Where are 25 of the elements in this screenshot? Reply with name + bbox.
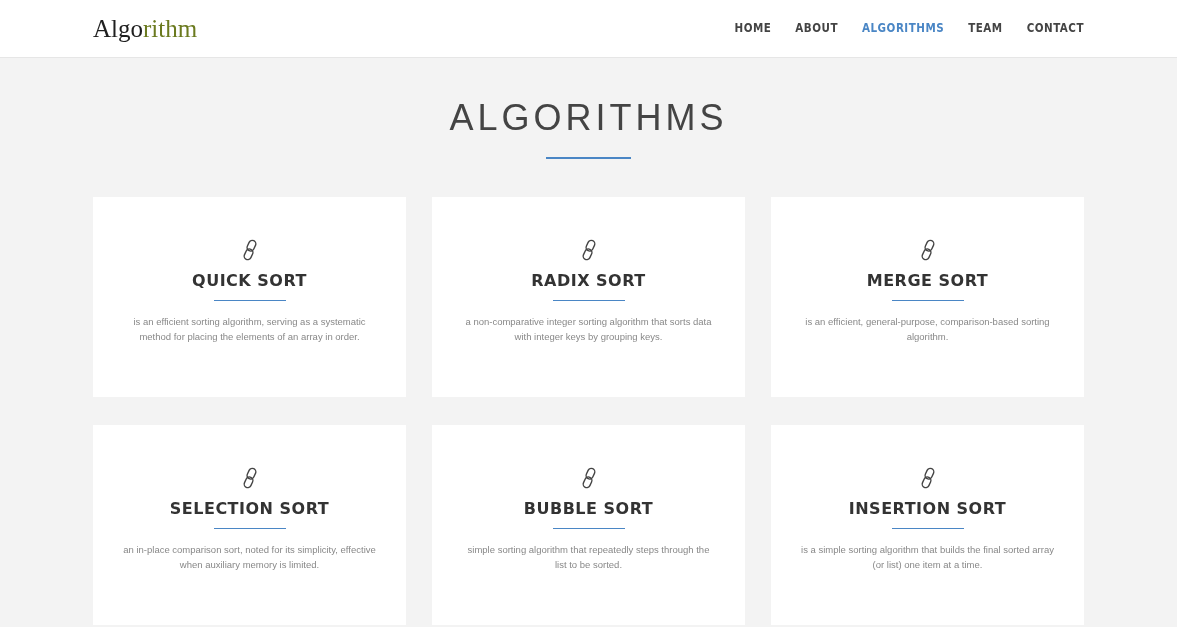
card-title: INSERTION SORT [847,499,1008,519]
chain-link-icon [242,466,257,489]
card-description: a non-comparative integer sorting algorithm that sorts data with integer keys by grouping keys. [464,315,713,344]
nav-link[interactable]: HOME [734,19,772,38]
card-description: is a simple sorting algorithm that builds the final sorted array (or list) one item at a time. [800,543,1055,572]
nav-link[interactable]: TEAM [968,19,1003,38]
nav-link[interactable]: ABOUT [795,19,838,38]
card-title: QUICK SORT [191,271,308,291]
card-description: is an efficient sorting algorithm, serving as a systematic method for placing the elements of an array in order. [132,315,367,344]
chain-link-icon [242,238,257,261]
chain-link-icon [920,466,935,489]
chain-link-icon [581,238,596,261]
card-description: is an efficient, general-purpose, comparison-based sorting algorithm. [804,315,1051,344]
chain-link-icon [581,466,596,489]
section-title: ALGORITHMS [448,96,729,140]
nav-link[interactable]: ALGORITHMS [862,19,945,38]
logo[interactable]: Algorithm [93,9,198,48]
card-title: RADIX SORT [530,271,647,291]
card-title: MERGE SORT [865,271,990,291]
card-description: an in-place comparison sort, noted for its simplicity, effective when auxiliary memory is limited. [122,543,377,572]
chain-link-icon [920,238,935,261]
card-description: simple sorting algorithm that repeatedly steps through the list to be sorted. [466,543,711,572]
card-title: SELECTION SORT [168,499,331,519]
nav-link[interactable]: CONTACT [1026,19,1084,38]
card-title: BUBBLE SORT [522,499,655,519]
